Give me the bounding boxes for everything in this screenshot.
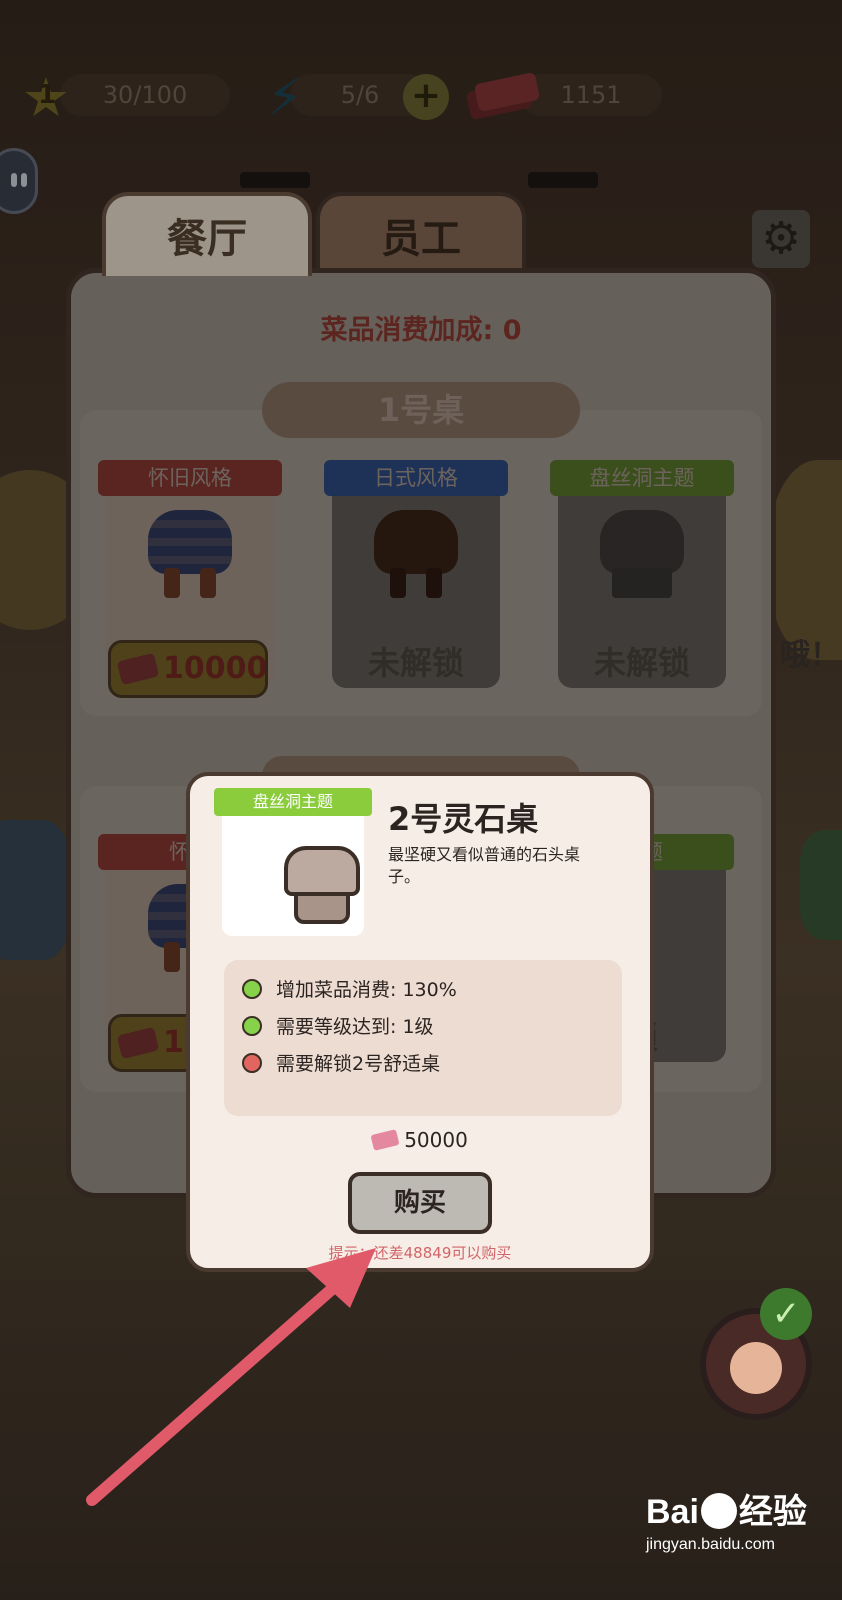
price-value: 50000 [404,1128,468,1152]
baidu-watermark: Bai 经验 jingyan.baidu.com [646,1484,832,1584]
requirement-item: 需要等级达到: 1级 [242,1007,622,1044]
insufficient-funds-tip: 提示：还差48849可以购买 [328,1244,512,1262]
status-dot [242,978,262,999]
watermark-logo: Bai 经验 [646,1493,807,1531]
rock-table-icon [284,846,360,926]
cash-icon [370,1129,400,1151]
tab-restaurant[interactable]: 餐厅 [102,192,312,276]
item-title: 2号灵石桌 [388,800,539,838]
watermark-url: jingyan.baidu.com [646,1536,775,1553]
requirement-text: 增加菜品消费: 130% [276,979,457,1001]
status-dot [242,1052,262,1073]
requirement-text: 需要解锁2号舒适桌 [276,1053,441,1075]
paw-icon [700,1493,737,1529]
side-text: 哦！ [780,638,840,673]
item-theme-ribbon: 盘丝洞主题 [214,788,372,816]
status-dot [242,1015,262,1036]
requirement-item: 增加菜品消费: 130% [242,970,622,1007]
checkmark-icon: ✓ [760,1288,812,1340]
item-detail-dialog: 盘丝洞主题 2号灵石桌 最坚硬又看似普通的石头桌子。 增加菜品消费: 130% … [186,772,654,1272]
requirements-list: 增加菜品消费: 130% 需要等级达到: 1级 需要解锁2号舒适桌 [224,960,622,1116]
requirement-item: 需要解锁2号舒适桌 [242,1044,622,1081]
item-description: 最坚硬又看似普通的石头桌子。 [388,845,581,886]
item-price: 50000 [190,1128,650,1152]
buy-button[interactable]: 购买 [348,1172,492,1234]
requirement-text: 需要等级达到: 1级 [276,1016,434,1038]
